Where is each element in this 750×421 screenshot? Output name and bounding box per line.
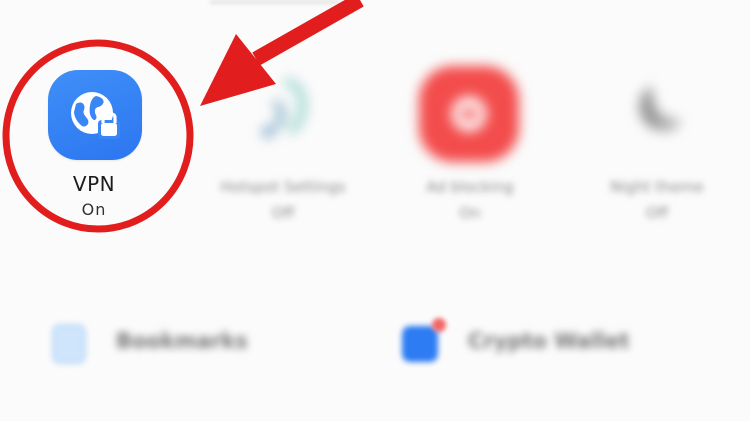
wifi-signal-icon (248, 74, 318, 144)
ad-block-state: On (459, 204, 481, 222)
vpn-state: On (81, 200, 107, 219)
moon-icon (628, 80, 688, 140)
bookmarks-label: Bookmarks (116, 329, 248, 353)
globe-lock-icon (71, 92, 120, 139)
night-theme-state: Off (645, 204, 669, 222)
shield-icon (419, 66, 519, 162)
vpn-label: VPN (72, 172, 116, 196)
crypto-wallet-item[interactable]: Crypto Wallet (398, 318, 658, 368)
notification-dot (432, 318, 446, 332)
hotspot-tile[interactable]: Hotspot Settings Off (208, 66, 358, 226)
bookmark-icon (52, 324, 86, 364)
wallet-icon (402, 326, 438, 362)
crypto-wallet-label: Crypto Wallet (468, 329, 630, 353)
bookmarks-item[interactable]: Bookmarks (52, 320, 312, 366)
ad-block-label: Ad blocking (426, 178, 514, 196)
browser-quick-menu: VPN On Hotspot Settings Off Ad blocking … (0, 0, 750, 421)
vpn-icon-tile[interactable] (48, 70, 142, 160)
night-theme-label: Night theme (610, 178, 704, 196)
hotspot-state: Off (271, 204, 295, 222)
hotspot-label: Hotspot Settings (220, 178, 346, 196)
top-divider (210, 0, 340, 4)
ad-block-tile[interactable]: Ad blocking On (395, 66, 545, 226)
vpn-tile[interactable]: VPN On (40, 66, 148, 226)
night-theme-tile[interactable]: Night theme Off (582, 66, 732, 226)
